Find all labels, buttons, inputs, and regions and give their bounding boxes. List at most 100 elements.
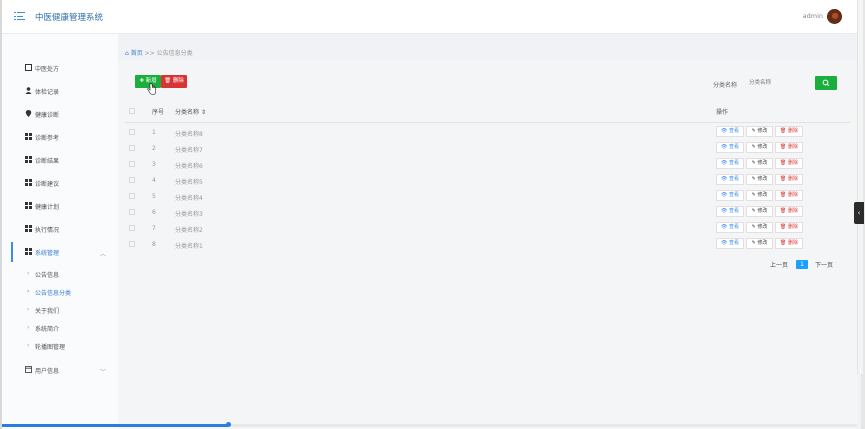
sidebar-item-diagnosis-results[interactable]: 诊断结果 xyxy=(2,150,118,170)
grid-icon xyxy=(25,179,32,186)
vertical-scrollbar[interactable] xyxy=(857,0,863,374)
edit-icon: ✎ xyxy=(751,160,756,166)
row-delete-button[interactable]: 🗑 删除 xyxy=(775,190,803,201)
sidebar-item-label: 健康诊断 xyxy=(35,112,60,119)
trash-icon: 🗑 xyxy=(780,160,787,166)
sidebar-subitem-announcements[interactable]: › 公告信息 xyxy=(2,266,118,282)
sidebar-subitem-announcement-categories[interactable]: › 公告信息分类 xyxy=(2,284,118,300)
row-checkbox[interactable] xyxy=(129,209,135,215)
row-delete-button[interactable]: 🗑 删除 xyxy=(775,222,803,233)
sidebar-item-label: 诊断参考 xyxy=(35,135,60,142)
view-button[interactable]: 👁 查看 xyxy=(716,222,744,233)
sidebar-item-user-info[interactable]: 用户信息 ﹀ xyxy=(2,360,118,380)
horizontal-scrollbar-thumb[interactable] xyxy=(2,424,228,427)
sidebar-item-prescription[interactable]: 中医处方 xyxy=(2,58,118,78)
row-delete-button[interactable]: 🗑 删除 xyxy=(775,158,803,169)
eye-icon: 👁 xyxy=(721,192,728,198)
edit-button[interactable]: ✎ 修改 xyxy=(746,158,773,169)
search-input[interactable] xyxy=(744,76,812,89)
edit-button[interactable]: ✎ 修改 xyxy=(746,238,773,249)
sidebar-item-diagnosis-reference[interactable]: 诊断参考 xyxy=(2,127,118,147)
view-button[interactable]: 👁 查看 xyxy=(716,190,744,201)
sidebar-subitem-system-intro[interactable]: › 系统简介 xyxy=(2,320,118,336)
row-delete-button[interactable]: 🗑 删除 xyxy=(775,206,803,217)
table-row: 6 分类名称3 👁 查看 ✎ 修改 🗑 删除 xyxy=(125,205,850,221)
column-header-name[interactable]: 分类名称 ⇕ xyxy=(175,107,206,116)
edit-icon: ✎ xyxy=(751,208,756,214)
menu-toggle-icon[interactable] xyxy=(14,11,25,21)
delete-button[interactable]: 🗑 删除 xyxy=(161,75,187,88)
sidebar-item-checkup-records[interactable]: 体检记录 xyxy=(2,81,118,101)
home-icon[interactable]: ⌂ xyxy=(125,50,129,57)
view-button[interactable]: 👁 查看 xyxy=(716,142,744,153)
edit-button-label: 修改 xyxy=(757,144,768,150)
view-button-label: 查看 xyxy=(728,176,739,182)
row-name: 分类名称4 xyxy=(175,195,203,202)
row-checkbox[interactable] xyxy=(129,177,135,183)
view-button-label: 查看 xyxy=(728,208,739,214)
edit-button[interactable]: ✎ 修改 xyxy=(746,126,773,137)
sidebar-subitem-carousel[interactable]: › 轮播图管理 xyxy=(2,338,118,354)
row-index: 3 xyxy=(152,161,156,168)
row-delete-button-label: 删除 xyxy=(787,176,798,182)
row-delete-button-label: 删除 xyxy=(787,240,798,246)
row-checkbox[interactable] xyxy=(129,129,135,135)
next-page-button[interactable]: 下一页 xyxy=(815,260,833,269)
row-checkbox[interactable] xyxy=(129,145,135,151)
user-name[interactable]: admin xyxy=(803,12,823,20)
sidebar-item-health-diagnosis[interactable]: 健康诊断 xyxy=(2,104,118,124)
view-button[interactable]: 👁 查看 xyxy=(716,206,744,217)
edit-button[interactable]: ✎ 修改 xyxy=(746,142,773,153)
eye-icon: 👁 xyxy=(721,240,728,246)
table-row: 7 分类名称2 👁 查看 ✎ 修改 🗑 删除 xyxy=(125,221,850,237)
view-button[interactable]: 👁 查看 xyxy=(716,174,744,185)
row-checkbox[interactable] xyxy=(129,241,135,247)
row-index: 5 xyxy=(152,193,156,200)
view-button[interactable]: 👁 查看 xyxy=(716,238,744,249)
row-name: 分类名称2 xyxy=(175,227,203,234)
eye-icon: 👁 xyxy=(721,160,728,166)
sidebar-item-health-plan[interactable]: 健康计划 xyxy=(2,196,118,216)
checklist-icon xyxy=(25,64,32,71)
search-icon xyxy=(822,79,830,87)
avatar[interactable] xyxy=(827,9,842,24)
sidebar-item-diagnosis-advice[interactable]: 诊断建议 xyxy=(2,173,118,193)
sidebar-item-system-management[interactable]: 系统管理 ︿ xyxy=(2,242,118,262)
view-button-label: 查看 xyxy=(728,240,739,246)
view-button[interactable]: 👁 查看 xyxy=(716,158,744,169)
view-button-label: 查看 xyxy=(728,192,739,198)
search-button[interactable] xyxy=(815,76,837,90)
edit-button-label: 修改 xyxy=(757,176,768,182)
sidebar-item-label: 系统管理 xyxy=(35,250,60,257)
row-delete-button-label: 删除 xyxy=(787,208,798,214)
row-delete-button[interactable]: 🗑 删除 xyxy=(775,142,803,153)
select-all-checkbox[interactable] xyxy=(129,108,135,114)
trash-icon: 🗑 xyxy=(780,192,787,198)
row-delete-button[interactable]: 🗑 删除 xyxy=(775,126,803,137)
row-delete-button[interactable]: 🗑 删除 xyxy=(775,238,803,249)
row-checkbox[interactable] xyxy=(129,193,135,199)
view-button-label: 查看 xyxy=(728,224,739,230)
side-panel-toggle[interactable]: ‹ xyxy=(854,202,864,224)
breadcrumb-home[interactable]: 首页 xyxy=(131,50,143,57)
edit-button[interactable]: ✎ 修改 xyxy=(746,206,773,217)
sidebar-item-execution[interactable]: 执行情况 xyxy=(2,219,118,239)
row-checkbox[interactable] xyxy=(129,225,135,231)
edit-button[interactable]: ✎ 修改 xyxy=(746,174,773,185)
sidebar-item-label: 执行情况 xyxy=(35,227,60,234)
view-button-label: 查看 xyxy=(728,160,739,166)
page-number-current[interactable]: 1 xyxy=(796,260,808,269)
row-checkbox[interactable] xyxy=(129,161,135,167)
scrollbar-handle[interactable] xyxy=(226,422,231,427)
trash-icon: 🗑 xyxy=(780,224,787,230)
edit-button[interactable]: ✎ 修改 xyxy=(746,190,773,201)
sidebar-subitem-about-us[interactable]: › 关于我们 xyxy=(2,302,118,318)
trash-icon: 🗑 xyxy=(780,128,787,134)
row-delete-button[interactable]: 🗑 删除 xyxy=(775,174,803,185)
sort-icon[interactable]: ⇕ xyxy=(201,109,206,116)
prev-page-button[interactable]: 上一页 xyxy=(770,260,788,269)
search-label: 分类名称 xyxy=(713,82,738,89)
edit-button[interactable]: ✎ 修改 xyxy=(746,222,773,233)
grid-icon xyxy=(25,202,32,209)
view-button[interactable]: 👁 查看 xyxy=(716,126,744,137)
